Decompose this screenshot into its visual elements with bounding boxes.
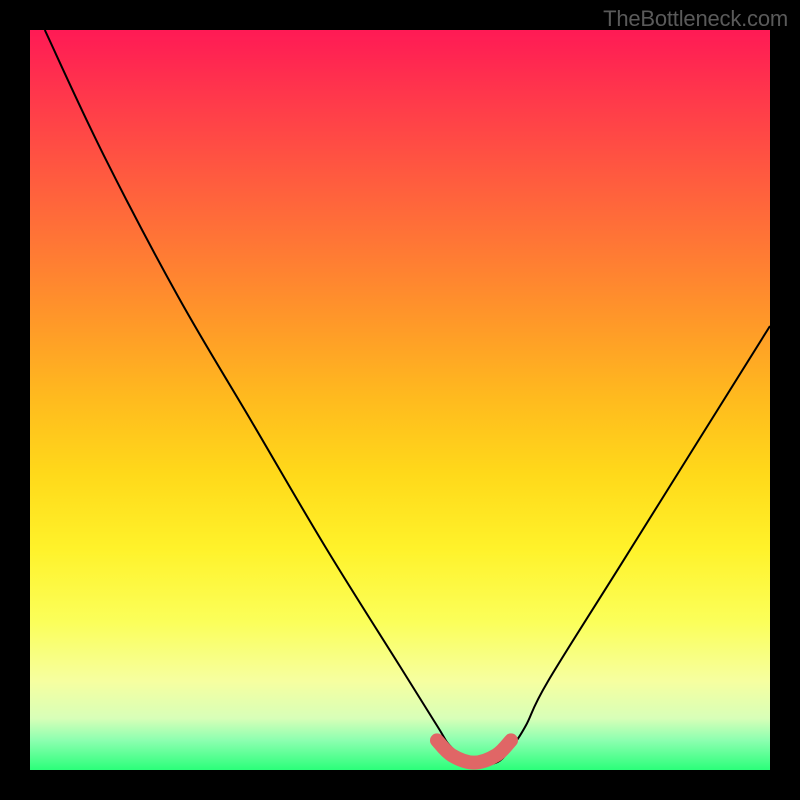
- chart-svg: [30, 30, 770, 770]
- watermark-text: TheBottleneck.com: [603, 6, 788, 32]
- curve-line: [45, 30, 770, 765]
- plot-area: [30, 30, 770, 770]
- chart-frame: TheBottleneck.com: [0, 0, 800, 800]
- highlight-band: [437, 740, 511, 762]
